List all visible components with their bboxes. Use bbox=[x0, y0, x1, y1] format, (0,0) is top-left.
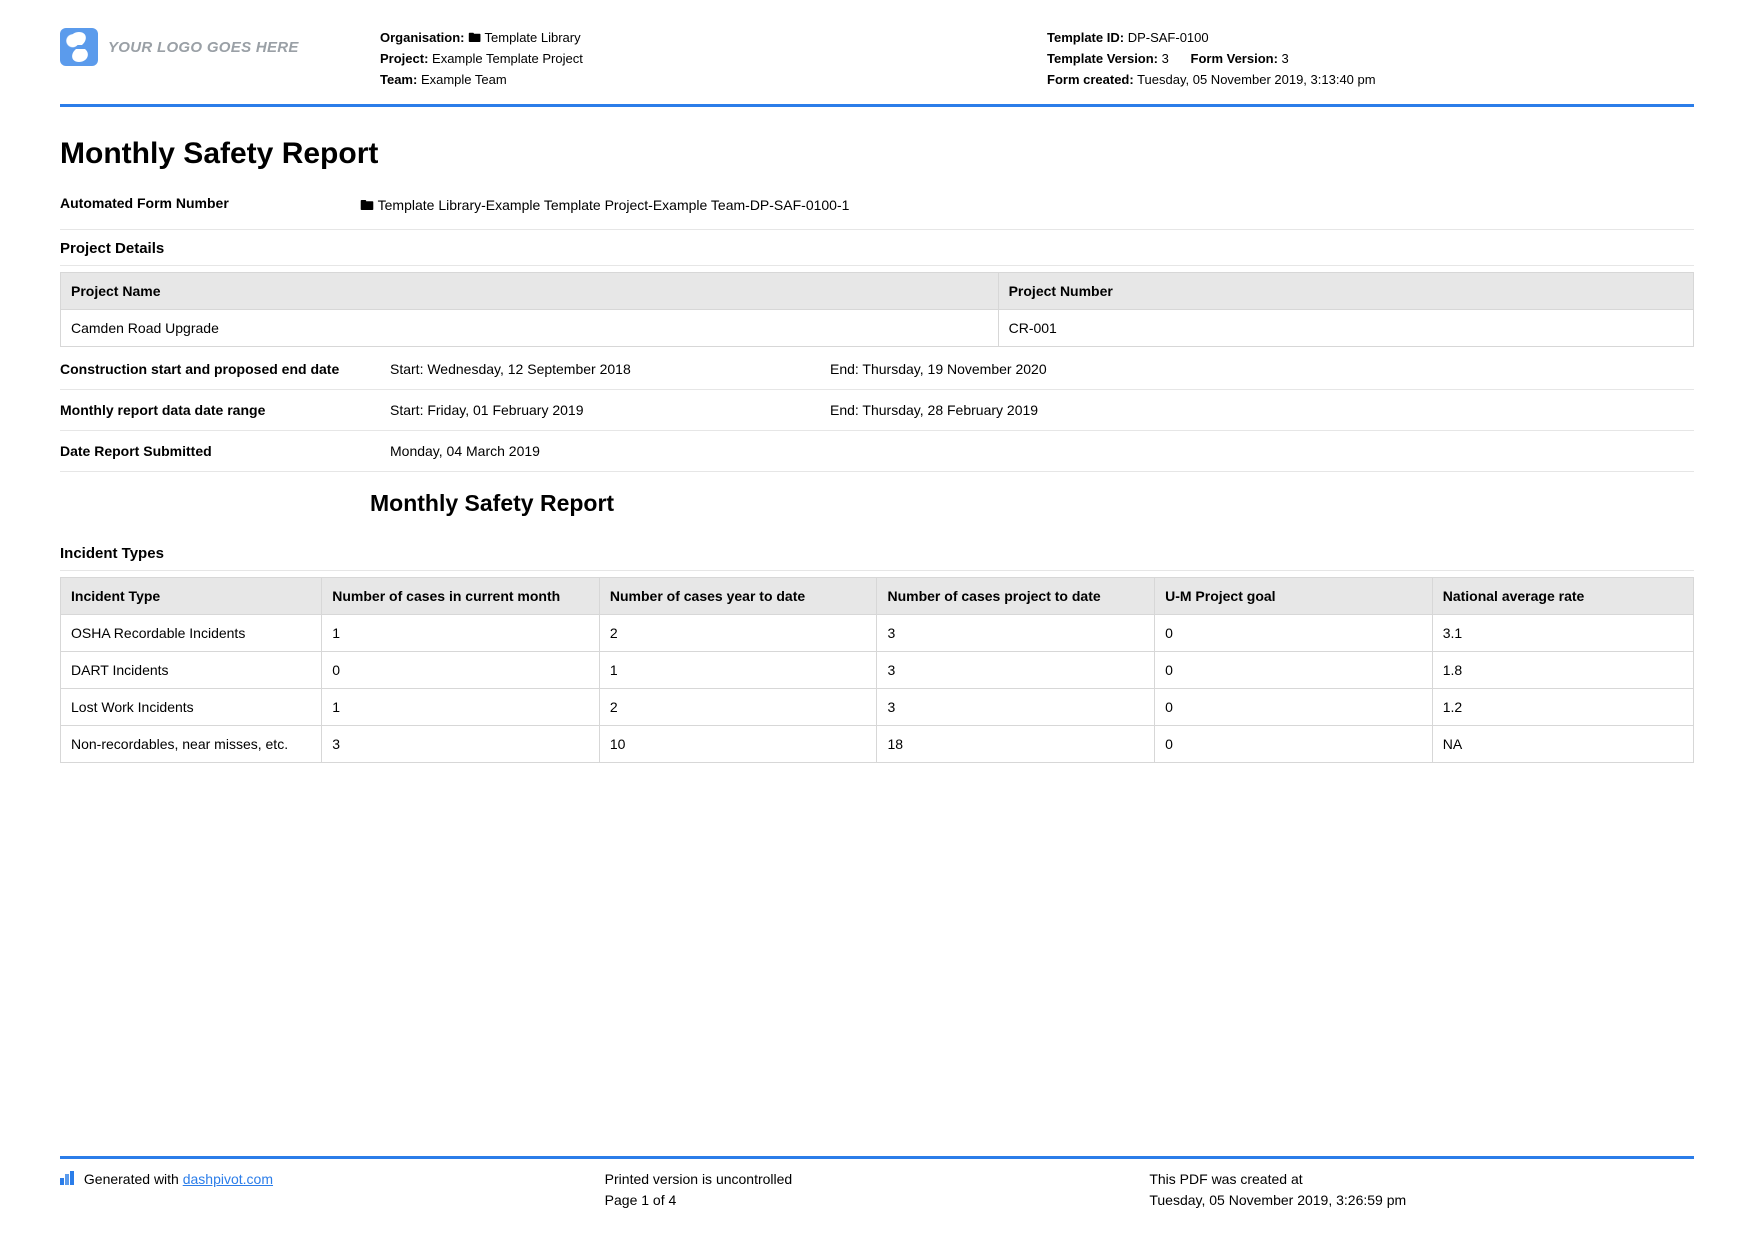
report-range-start: Start: Friday, 01 February 2019 bbox=[390, 402, 830, 418]
cell-goal: 0 bbox=[1155, 689, 1433, 726]
cell-national: NA bbox=[1432, 726, 1693, 763]
cell-current: 0 bbox=[322, 652, 600, 689]
header-meta-right: Template ID: DP-SAF-0100 Template Versio… bbox=[1047, 28, 1694, 90]
col-national-avg: National average rate bbox=[1432, 578, 1693, 615]
cell-type: Non-recordables, near misses, etc. bbox=[61, 726, 322, 763]
logo-placeholder-text: YOUR LOGO GOES HERE bbox=[108, 39, 299, 56]
table-row: Non-recordables, near misses, etc.310180… bbox=[61, 726, 1694, 763]
header-meta-left: Organisation: 🖿 Template Library Project… bbox=[380, 28, 1027, 90]
page-number: Page 1 of 4 bbox=[605, 1190, 1150, 1211]
cell-goal: 0 bbox=[1155, 652, 1433, 689]
cell-goal: 0 bbox=[1155, 615, 1433, 652]
cell-national: 1.8 bbox=[1432, 652, 1693, 689]
cell-current: 1 bbox=[322, 689, 600, 726]
form-created-value: Tuesday, 05 November 2019, 3:13:40 pm bbox=[1137, 72, 1375, 87]
col-incident-type: Incident Type bbox=[61, 578, 322, 615]
organisation-value: 🖿 Template Library bbox=[468, 30, 580, 45]
cell-type: Lost Work Incidents bbox=[61, 689, 322, 726]
automated-form-number-row: Automated Form Number 🖿 Template Library… bbox=[60, 189, 1694, 230]
footer-right: This PDF was created at Tuesday, 05 Nove… bbox=[1149, 1169, 1694, 1211]
cell-ytd: 2 bbox=[599, 689, 877, 726]
report-range-label: Monthly report data date range bbox=[60, 402, 390, 418]
organisation-label: Organisation: bbox=[380, 30, 465, 45]
page-title: Monthly Safety Report bbox=[60, 137, 1694, 171]
incident-types-table: Incident Type Number of cases in current… bbox=[60, 577, 1694, 763]
team-label: Team: bbox=[380, 72, 417, 87]
footer-left: Generated with dashpivot.com bbox=[60, 1169, 605, 1211]
col-project-name: Project Name bbox=[61, 273, 999, 310]
report-range-row: Monthly report data date range Start: Fr… bbox=[60, 390, 1694, 431]
table-row: DART Incidents01301.8 bbox=[61, 652, 1694, 689]
printed-uncontrolled: Printed version is uncontrolled bbox=[605, 1169, 1150, 1190]
construction-start: Start: Wednesday, 12 September 2018 bbox=[390, 361, 830, 377]
cell-type: OSHA Recordable Incidents bbox=[61, 615, 322, 652]
col-current-month: Number of cases in current month bbox=[322, 578, 600, 615]
col-project-number: Project Number bbox=[998, 273, 1693, 310]
form-created-label: Form created: bbox=[1047, 72, 1134, 87]
dashpivot-link[interactable]: dashpivot.com bbox=[183, 1171, 273, 1187]
cell-ytd: 2 bbox=[599, 615, 877, 652]
template-id-label: Template ID: bbox=[1047, 30, 1124, 45]
section-subtitle: Monthly Safety Report bbox=[370, 490, 1694, 517]
construction-dates-label: Construction start and proposed end date bbox=[60, 361, 390, 377]
generated-prefix: Generated with bbox=[84, 1171, 183, 1187]
automated-form-number-label: Automated Form Number bbox=[60, 195, 360, 219]
cell-national: 1.2 bbox=[1432, 689, 1693, 726]
cell-ytd: 10 bbox=[599, 726, 877, 763]
pdf-created-value: Tuesday, 05 November 2019, 3:26:59 pm bbox=[1149, 1190, 1694, 1211]
document-header: YOUR LOGO GOES HERE Organisation: 🖿 Temp… bbox=[60, 28, 1694, 107]
form-version-label: Form Version: bbox=[1191, 51, 1278, 66]
project-details-heading: Project Details bbox=[60, 230, 1694, 266]
cell-project-name: Camden Road Upgrade bbox=[61, 310, 999, 347]
cell-type: DART Incidents bbox=[61, 652, 322, 689]
date-submitted-value: Monday, 04 March 2019 bbox=[390, 443, 830, 459]
construction-end: End: Thursday, 19 November 2020 bbox=[830, 361, 1694, 377]
cell-goal: 0 bbox=[1155, 726, 1433, 763]
project-value: Example Template Project bbox=[432, 51, 583, 66]
cell-national: 3.1 bbox=[1432, 615, 1693, 652]
project-details-table: Project Name Project Number Camden Road … bbox=[60, 272, 1694, 347]
project-label: Project: bbox=[380, 51, 428, 66]
cell-ptd: 18 bbox=[877, 726, 1155, 763]
cell-ytd: 1 bbox=[599, 652, 877, 689]
template-id-value: DP-SAF-0100 bbox=[1128, 30, 1209, 45]
pdf-created-label: This PDF was created at bbox=[1149, 1169, 1694, 1190]
automated-form-number-value: 🖿 Template Library-Example Template Proj… bbox=[360, 195, 1694, 219]
cell-ptd: 3 bbox=[877, 615, 1155, 652]
cell-current: 3 bbox=[322, 726, 600, 763]
logo-icon bbox=[60, 28, 98, 66]
date-submitted-empty bbox=[830, 443, 1694, 459]
col-project-goal: U-M Project goal bbox=[1155, 578, 1433, 615]
cell-current: 1 bbox=[322, 615, 600, 652]
template-version-label: Template Version: bbox=[1047, 51, 1158, 66]
table-row: OSHA Recordable Incidents12303.1 bbox=[61, 615, 1694, 652]
table-header-row: Project Name Project Number bbox=[61, 273, 1694, 310]
dashpivot-icon bbox=[60, 1170, 76, 1191]
col-project-to-date: Number of cases project to date bbox=[877, 578, 1155, 615]
date-submitted-label: Date Report Submitted bbox=[60, 443, 390, 459]
document-footer: Generated with dashpivot.com Printed ver… bbox=[60, 1156, 1694, 1211]
logo-block: YOUR LOGO GOES HERE bbox=[60, 28, 360, 66]
table-row: Lost Work Incidents12301.2 bbox=[61, 689, 1694, 726]
cell-project-number: CR-001 bbox=[998, 310, 1693, 347]
table-header-row: Incident Type Number of cases in current… bbox=[61, 578, 1694, 615]
team-value: Example Team bbox=[421, 72, 507, 87]
cell-ptd: 3 bbox=[877, 689, 1155, 726]
date-submitted-row: Date Report Submitted Monday, 04 March 2… bbox=[60, 431, 1694, 472]
form-version-value: 3 bbox=[1282, 51, 1289, 66]
construction-dates-row: Construction start and proposed end date… bbox=[60, 349, 1694, 390]
cell-ptd: 3 bbox=[877, 652, 1155, 689]
footer-center: Printed version is uncontrolled Page 1 o… bbox=[605, 1169, 1150, 1211]
col-year-to-date: Number of cases year to date bbox=[599, 578, 877, 615]
table-row: Camden Road Upgrade CR-001 bbox=[61, 310, 1694, 347]
template-version-value: 3 bbox=[1162, 51, 1169, 66]
report-range-end: End: Thursday, 28 February 2019 bbox=[830, 402, 1694, 418]
incident-types-heading: Incident Types bbox=[60, 535, 1694, 571]
